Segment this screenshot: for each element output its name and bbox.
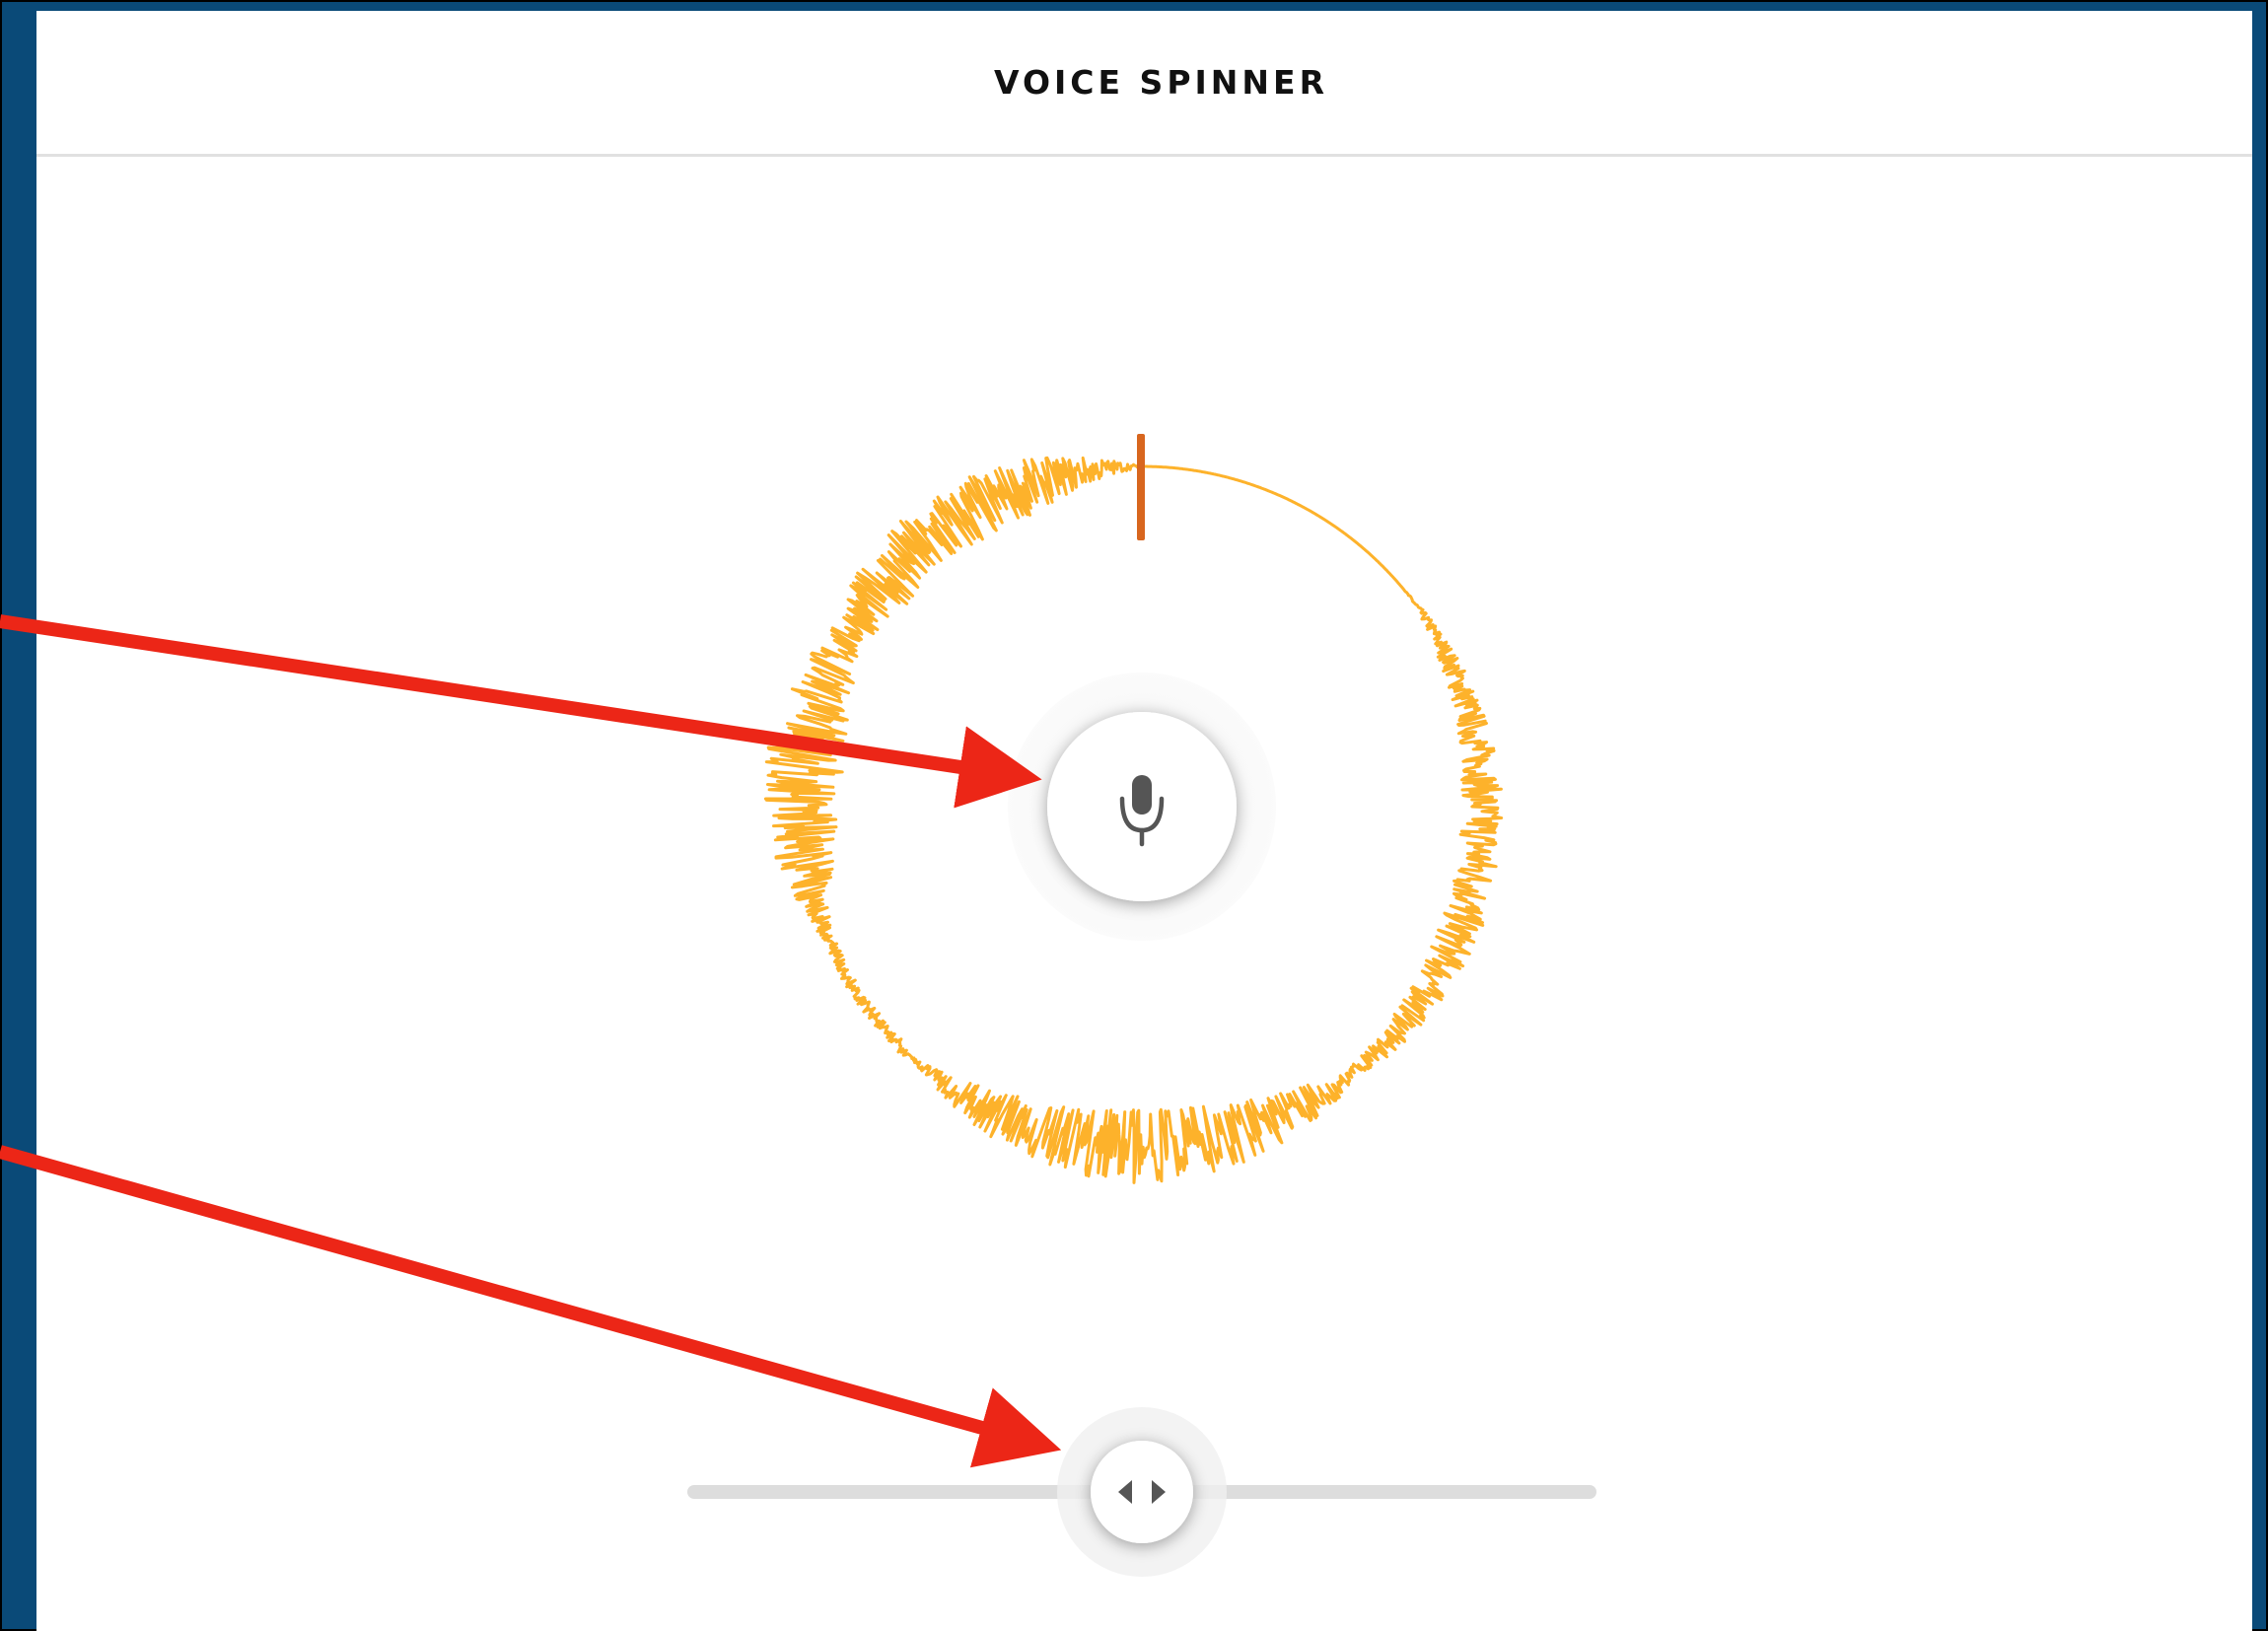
app-title: VOICE SPINNER	[994, 63, 1328, 102]
playhead-marker[interactable]	[1137, 434, 1145, 540]
slider-thumb[interactable]	[1057, 1407, 1227, 1577]
app-header: VOICE SPINNER	[36, 11, 2252, 157]
record-button[interactable]	[1008, 673, 1276, 941]
